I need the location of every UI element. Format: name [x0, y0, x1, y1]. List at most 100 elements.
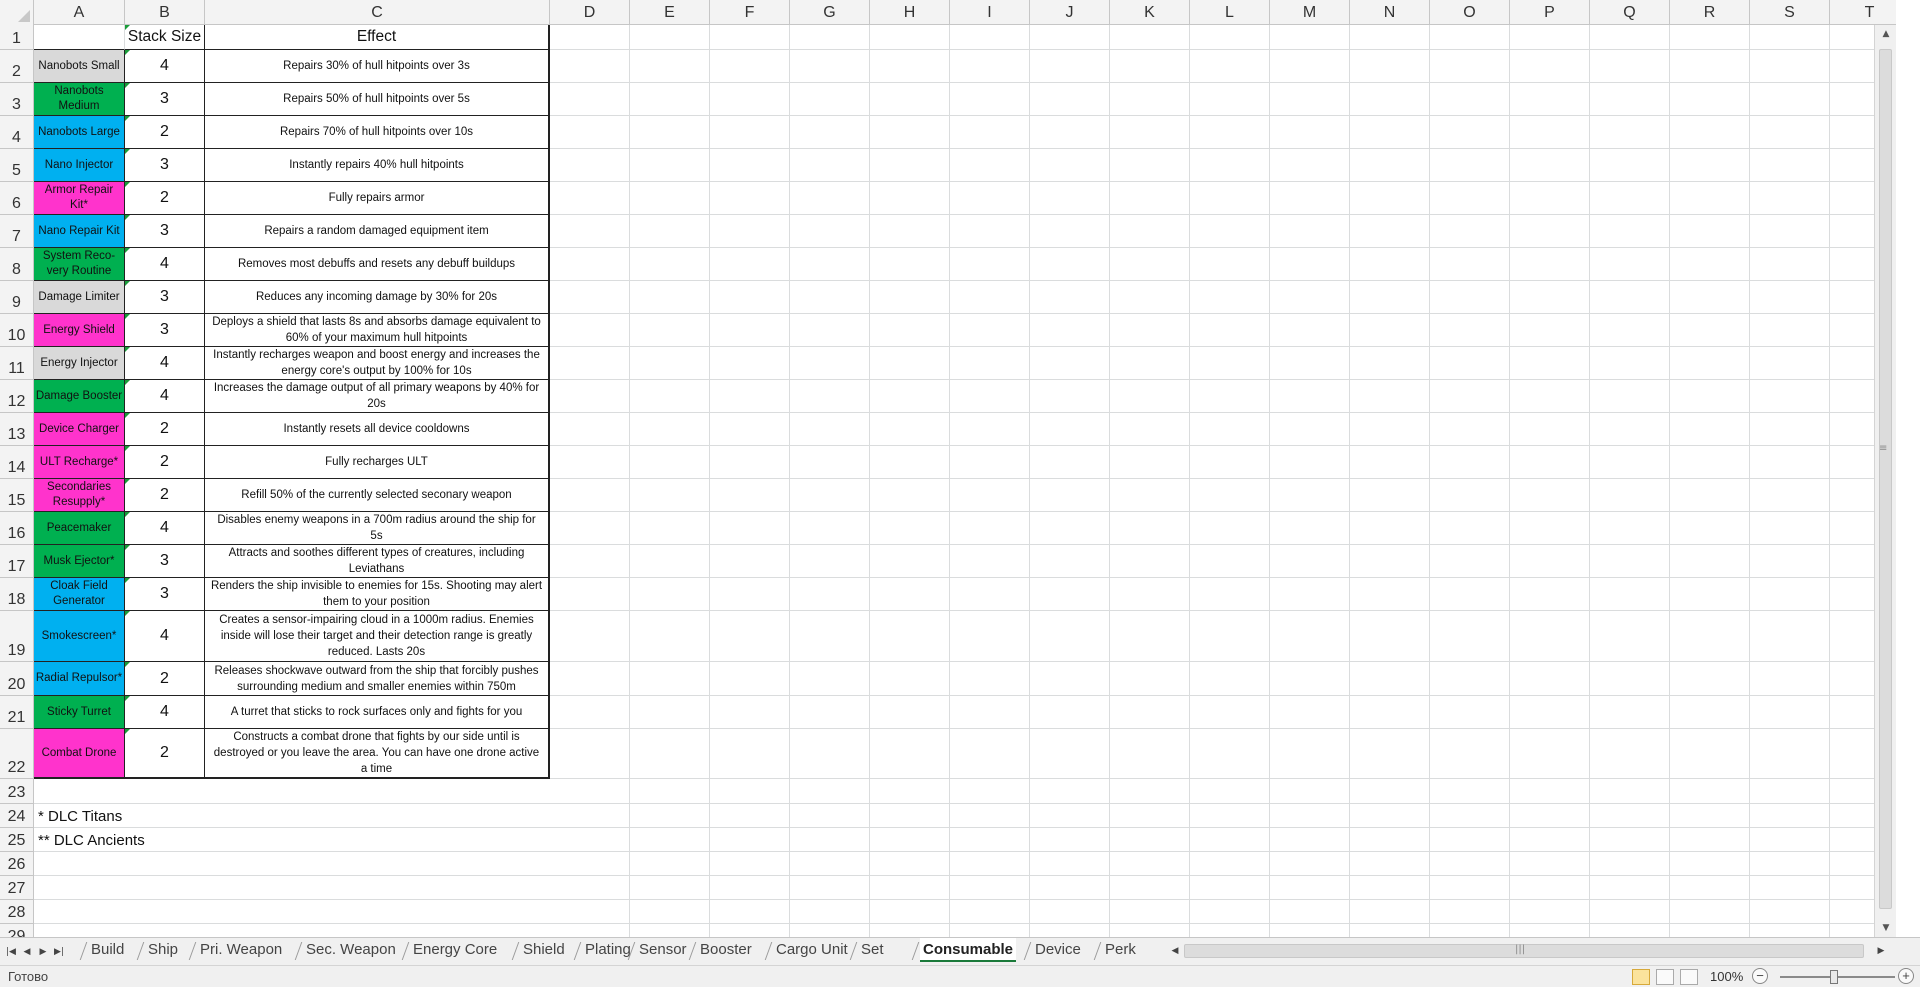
stack-size-cell[interactable]: 3: [125, 149, 205, 182]
column-header-l[interactable]: L: [1190, 0, 1270, 25]
row-header[interactable]: 11: [0, 347, 34, 380]
header-stack-size[interactable]: Stack Size: [125, 25, 205, 50]
sheet-tab-device[interactable]: Device: [1032, 938, 1084, 962]
effect-cell[interactable]: Repairs 50% of hull hitpoints over 5s: [205, 83, 550, 116]
row-header[interactable]: 18: [0, 578, 34, 611]
zoom-in-icon[interactable]: +: [1898, 968, 1914, 984]
row-header[interactable]: 2: [0, 50, 34, 83]
item-name-cell[interactable]: Energy Injector: [34, 347, 125, 380]
item-name-cell[interactable]: Nanobots Medium: [34, 83, 125, 116]
effect-cell[interactable]: Releases shockwave outward from the ship…: [205, 662, 550, 696]
item-name-cell[interactable]: Nanobots Small: [34, 50, 125, 83]
column-header-g[interactable]: G: [790, 0, 870, 25]
scroll-up-icon[interactable]: ▲: [1875, 25, 1896, 43]
row-header[interactable]: 5: [0, 149, 34, 182]
zoom-out-icon[interactable]: −: [1752, 968, 1768, 984]
stack-size-cell[interactable]: 2: [125, 116, 205, 149]
row-header[interactable]: 28: [0, 900, 34, 924]
sheet-tab-sec-weapon[interactable]: Sec. Weapon: [303, 938, 399, 962]
column-header-m[interactable]: M: [1270, 0, 1350, 25]
select-all-corner[interactable]: [0, 0, 34, 25]
row-header[interactable]: 24: [0, 804, 34, 828]
last-sheet-icon[interactable]: ▶|: [52, 944, 66, 960]
column-header-s[interactable]: S: [1750, 0, 1830, 25]
sheet-tab-shield[interactable]: Shield: [520, 938, 568, 962]
stack-size-cell[interactable]: 3: [125, 314, 205, 347]
sheet-tab-booster[interactable]: Booster: [697, 938, 755, 962]
item-name-cell[interactable]: Armor Repair Kit*: [34, 182, 125, 215]
column-header-f[interactable]: F: [710, 0, 790, 25]
sheet-tab-sensor[interactable]: Sensor: [636, 938, 690, 962]
row-header[interactable]: 8: [0, 248, 34, 281]
item-name-cell[interactable]: System Reco-very Routine: [34, 248, 125, 281]
column-header-n[interactable]: N: [1350, 0, 1430, 25]
column-header-j[interactable]: J: [1030, 0, 1110, 25]
stack-size-cell[interactable]: 2: [125, 182, 205, 215]
column-header-d[interactable]: D: [550, 0, 630, 25]
effect-cell[interactable]: Repairs a random damaged equipment item: [205, 215, 550, 248]
stack-size-cell[interactable]: 2: [125, 479, 205, 512]
header-effect[interactable]: Effect: [205, 25, 550, 50]
column-header-e[interactable]: E: [630, 0, 710, 25]
dlc-note[interactable]: ** DLC Ancients: [38, 828, 145, 852]
row-header[interactable]: 10: [0, 314, 34, 347]
stack-size-cell[interactable]: 2: [125, 662, 205, 696]
next-sheet-icon[interactable]: ▶: [36, 944, 50, 960]
row-header[interactable]: 6: [0, 182, 34, 215]
item-name-cell[interactable]: Musk Ejector*: [34, 545, 125, 578]
stack-size-cell[interactable]: 3: [125, 545, 205, 578]
effect-cell[interactable]: A turret that sticks to rock surfaces on…: [205, 696, 550, 729]
row-header[interactable]: 16: [0, 512, 34, 545]
row-header[interactable]: 26: [0, 852, 34, 876]
row-header[interactable]: 1: [0, 25, 34, 50]
row-header[interactable]: 21: [0, 696, 34, 729]
row-header[interactable]: 14: [0, 446, 34, 479]
column-header-o[interactable]: O: [1430, 0, 1510, 25]
row-header[interactable]: 3: [0, 83, 34, 116]
effect-cell[interactable]: Attracts and soothes different types of …: [205, 545, 550, 578]
sheet-tab-ship[interactable]: Ship: [145, 938, 181, 962]
stack-size-cell[interactable]: 4: [125, 380, 205, 413]
effect-cell[interactable]: Renders the ship invisible to enemies fo…: [205, 578, 550, 611]
column-header-q[interactable]: Q: [1590, 0, 1670, 25]
row-header[interactable]: 13: [0, 413, 34, 446]
row-header[interactable]: 4: [0, 116, 34, 149]
stack-size-cell[interactable]: 4: [125, 347, 205, 380]
item-name-cell[interactable]: ULT Recharge*: [34, 446, 125, 479]
effect-cell[interactable]: Removes most debuffs and resets any debu…: [205, 248, 550, 281]
row-header[interactable]: 9: [0, 281, 34, 314]
effect-cell[interactable]: Instantly recharges weapon and boost ene…: [205, 347, 550, 380]
sheet-tab-perk[interactable]: Perk: [1102, 938, 1139, 962]
scroll-right-icon[interactable]: ▶: [1874, 943, 1888, 959]
item-name-cell[interactable]: Damage Booster: [34, 380, 125, 413]
stack-size-cell[interactable]: 3: [125, 281, 205, 314]
spreadsheet-grid[interactable]: ABCDEFGHIJKLMNOPQRST 1 Stack Size Effect 2 N…: [0, 0, 1896, 937]
column-header-i[interactable]: I: [950, 0, 1030, 25]
normal-view-icon[interactable]: [1632, 969, 1650, 985]
zoom-level[interactable]: 100%: [1710, 969, 1743, 984]
first-sheet-icon[interactable]: |◀: [4, 944, 18, 960]
effect-cell[interactable]: Fully recharges ULT: [205, 446, 550, 479]
effect-cell[interactable]: Refill 50% of the currently selected sec…: [205, 479, 550, 512]
row-header[interactable]: 15: [0, 479, 34, 512]
stack-size-cell[interactable]: 3: [125, 578, 205, 611]
effect-cell[interactable]: Increases the damage output of all prima…: [205, 380, 550, 413]
vertical-scroll-thumb[interactable]: [1879, 49, 1892, 909]
stack-size-cell[interactable]: 4: [125, 611, 205, 662]
item-name-cell[interactable]: Peacemaker: [34, 512, 125, 545]
row-header[interactable]: 7: [0, 215, 34, 248]
sheet-tab-set[interactable]: Set: [858, 938, 887, 962]
sheet-tab-consumable[interactable]: Consumable: [920, 938, 1017, 962]
column-header-p[interactable]: P: [1510, 0, 1590, 25]
row-header[interactable]: 27: [0, 876, 34, 900]
sheet-tab-pri-weapon[interactable]: Pri. Weapon: [197, 938, 285, 962]
scroll-down-icon[interactable]: ▼: [1875, 919, 1896, 937]
item-name-cell[interactable]: Nanobots Large: [34, 116, 125, 149]
effect-cell[interactable]: Creates a sensor-impairing cloud in a 10…: [205, 611, 550, 662]
vertical-scrollbar[interactable]: ▲ ≡ ▼: [1874, 25, 1896, 937]
horizontal-scrollbar[interactable]: ◀ ||| ▶: [1168, 942, 1903, 960]
item-name-cell[interactable]: Nano Injector: [34, 149, 125, 182]
zoom-slider-thumb[interactable]: [1830, 970, 1838, 984]
effect-cell[interactable]: Instantly resets all device cooldowns: [205, 413, 550, 446]
stack-size-cell[interactable]: 4: [125, 50, 205, 83]
